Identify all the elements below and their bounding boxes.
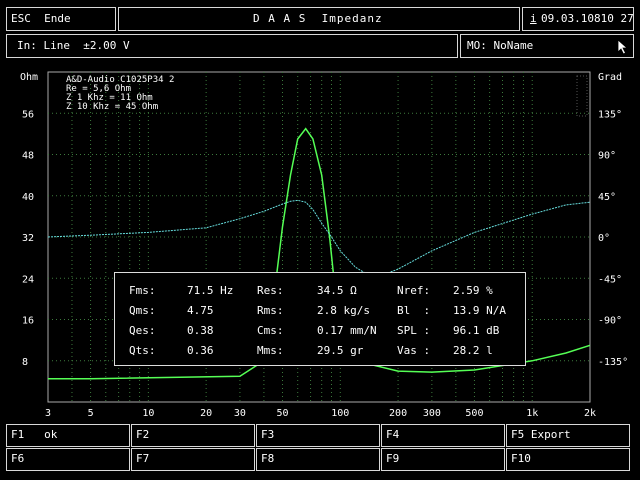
fkey-6[interactable]: F6: [6, 448, 130, 471]
info-icon[interactable]: i: [530, 13, 537, 25]
x-tick-label: 30: [234, 408, 246, 419]
fkey-1[interactable]: F1 ok: [6, 424, 130, 447]
axis-ticks: 56 48 40 32 24 16 8 135° 90° 45° 0° -45° -90° -135° 3 5…: [22, 109, 628, 419]
param-value: 2.8 kg/s: [317, 304, 370, 317]
window-title: D A A S Impedanz: [253, 12, 383, 25]
mo-label: MO: NoName: [467, 39, 534, 52]
param-label: Mms:: [257, 344, 284, 357]
param-label: Vas :: [397, 344, 431, 357]
param-value: 4.75: [187, 304, 214, 317]
y-tick-label-right: 45°: [598, 192, 616, 203]
param-label: Qts:: [129, 344, 156, 357]
param-label: Nref:: [397, 284, 431, 297]
fkey-5[interactable]: F5 Export: [506, 424, 630, 447]
fkey-8[interactable]: F8: [256, 448, 380, 471]
fkey-7[interactable]: F7: [131, 448, 255, 471]
y-tick-label-left: 24: [22, 274, 34, 285]
y-tick-label-left: 40: [22, 192, 34, 203]
y-tick-label-right: -90°: [598, 316, 622, 327]
x-tick-label: 1k: [526, 408, 538, 419]
x-tick-label: 500: [465, 408, 483, 419]
param-label: Fms:: [129, 284, 156, 297]
mouse-pointer-icon: [617, 39, 629, 55]
param-label: SPL :: [397, 324, 431, 337]
x-tick-label: 100: [331, 408, 349, 419]
x-tick-label: 50: [276, 408, 288, 419]
x-tick-label: 20: [200, 408, 212, 419]
y-tick-label-left: 32: [22, 233, 34, 244]
input-label: In: Line ±2.00 V: [17, 39, 130, 52]
fkey-2[interactable]: F2: [131, 424, 255, 447]
param-value: 0.36: [187, 344, 214, 357]
y-tick-label-right: -135°: [598, 357, 628, 368]
x-tick-label: 3: [45, 408, 51, 419]
y-tick-label-right: 135°: [598, 109, 622, 120]
param-value: 71.5 Hz: [187, 284, 234, 297]
param-value: 96.1 dB: [453, 324, 500, 337]
input-status: In: Line ±2.00 V: [6, 34, 458, 58]
x-tick-label: 2k: [584, 408, 596, 419]
x-tick-label: 200: [389, 408, 407, 419]
x-tick-label: 10: [142, 408, 154, 419]
title-bar: D A A S Impedanz: [118, 7, 520, 31]
x-tick-label: 300: [423, 408, 441, 419]
y-tick-label-right: -45°: [598, 274, 622, 285]
y-tick-label-right: 90°: [598, 151, 616, 162]
legend-marker: [576, 75, 588, 117]
left-axis-label: Ohm: [20, 72, 38, 83]
param-label: Bl :: [397, 304, 431, 317]
param-value: 28.2 l: [453, 344, 493, 357]
mo-status[interactable]: MO: NoName: [460, 34, 634, 58]
fkey-10[interactable]: F10: [506, 448, 630, 471]
param-value: 0.17 mm/N: [317, 324, 377, 337]
right-axis-label: Grad: [598, 72, 622, 83]
impedance-chart: Ohm Grad 56 48 40 32 24 16 8 135° 90° 45° 0° -45° -9…: [20, 71, 628, 419]
param-value: 0.38: [187, 324, 214, 337]
param-label: Qes:: [129, 324, 156, 337]
parameter-panel: Fms: 71.5 Hz Res: 34.5 Ω Nref: 2.59 % Qms: 4.75…: [114, 272, 526, 366]
y-tick-label-right: 0°: [598, 233, 610, 244]
datetime-box: i 09.03.10810 27: [522, 7, 634, 31]
chart-legend: A&D-Audio C1025P34 2Re = 5,6 OhmZ 1 Khz …: [66, 75, 588, 117]
esc-button[interactable]: ESC Ende: [6, 7, 116, 31]
fkey-3[interactable]: F3: [256, 424, 380, 447]
fkey-9[interactable]: F9: [381, 448, 505, 471]
x-tick-label: 5: [88, 408, 94, 419]
param-value: 13.9 N/A: [453, 304, 506, 317]
param-label: Res:: [257, 284, 284, 297]
param-label: Qms:: [129, 304, 156, 317]
param-value: 29.5 gr: [317, 344, 364, 357]
param-value: 2.59 %: [453, 284, 493, 297]
fkey-4[interactable]: F4: [381, 424, 505, 447]
datetime: 09.03.10810 27: [541, 12, 634, 25]
legend-line: Z 10 Khz = 45 Ohm: [66, 102, 158, 112]
y-tick-label-left: 48: [22, 151, 34, 162]
y-tick-label-left: 8: [22, 357, 28, 368]
param-label: Rms:: [257, 304, 284, 317]
y-tick-label-left: 16: [22, 316, 34, 327]
param-label: Cms:: [257, 324, 284, 337]
param-value: 34.5 Ω: [317, 284, 357, 297]
esc-label: ESC Ende: [11, 12, 71, 25]
y-tick-label-left: 56: [22, 109, 34, 120]
